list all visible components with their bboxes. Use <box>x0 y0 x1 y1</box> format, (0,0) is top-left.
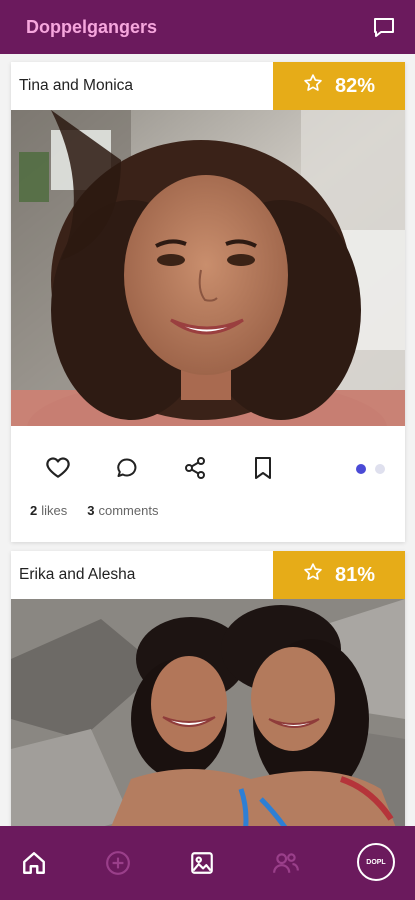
post-header: Erika and Alesha 81% <box>11 551 405 599</box>
home-icon[interactable] <box>17 846 51 880</box>
people-icon[interactable] <box>269 846 303 880</box>
likes-count[interactable]: 2 likes <box>30 503 67 518</box>
comments-label: comments <box>98 503 159 518</box>
post-card: Tina and Monica 82% 2 likes 3 comments <box>11 62 405 542</box>
chat-bubble-icon[interactable] <box>371 14 397 40</box>
add-circle-icon[interactable] <box>101 846 135 880</box>
post-photo[interactable] <box>11 110 405 426</box>
likes-number: 2 <box>30 503 38 518</box>
post-names: Tina and Monica <box>19 77 134 94</box>
bottom-nav: DOPL <box>0 826 415 900</box>
profile-label: DOPL <box>366 858 386 866</box>
carousel-dot[interactable] <box>375 464 385 474</box>
comment-icon[interactable] <box>113 454 141 482</box>
star-icon <box>303 73 323 99</box>
post-card: Erika and Alesha 81% <box>11 551 405 826</box>
share-icon[interactable] <box>181 454 209 482</box>
image-icon[interactable] <box>185 846 219 880</box>
post-stats: 2 likes 3 comments <box>30 503 158 518</box>
likes-label: likes <box>41 503 68 518</box>
star-icon <box>303 562 323 588</box>
match-badge[interactable]: 82% <box>273 62 405 110</box>
carousel-dot-active[interactable] <box>356 464 366 474</box>
match-percent: 81% <box>334 563 376 586</box>
comments-number: 3 <box>87 503 95 518</box>
app-header: Doppelgangers <box>0 0 415 54</box>
bookmark-icon[interactable] <box>249 454 277 482</box>
carousel-dots <box>356 464 385 474</box>
comments-count[interactable]: 3 comments <box>87 503 158 518</box>
feed[interactable]: Tina and Monica 82% 2 likes 3 comments E… <box>0 54 415 826</box>
post-header: Tina and Monica 82% <box>11 62 405 110</box>
post-photo[interactable] <box>11 599 405 826</box>
profile-avatar[interactable]: DOPL <box>357 843 395 881</box>
post-actions <box>11 442 405 492</box>
heart-icon[interactable] <box>44 454 72 482</box>
match-percent: 82% <box>334 74 376 97</box>
app-title: Doppelgangers <box>26 16 158 37</box>
match-badge[interactable]: 81% <box>273 551 405 599</box>
post-names: Erika and Alesha <box>19 566 136 583</box>
